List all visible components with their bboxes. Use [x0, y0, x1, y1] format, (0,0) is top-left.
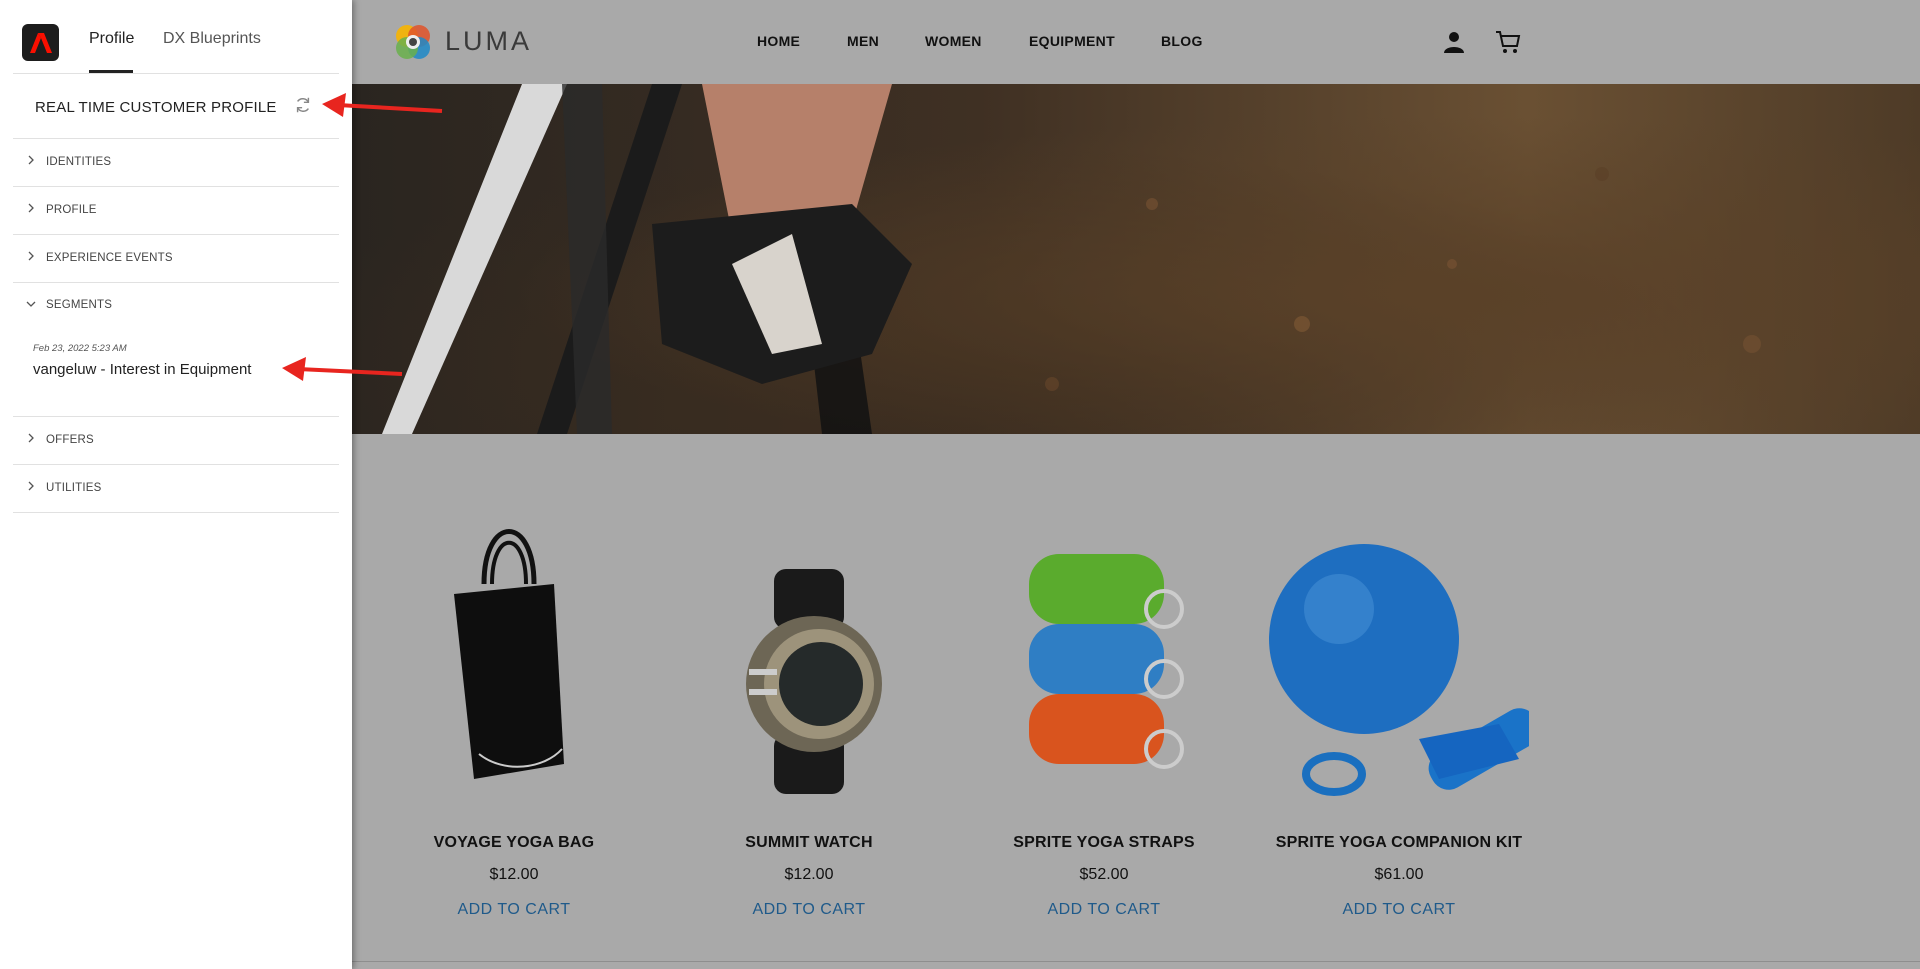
section-label: EXPERIENCE EVENTS: [46, 252, 173, 264]
add-to-cart-button[interactable]: ADD TO CART: [1269, 901, 1529, 919]
section-label: OFFERS: [46, 434, 94, 446]
product-price: $12.00: [489, 866, 539, 883]
add-to-cart-button[interactable]: ADD TO CART: [679, 901, 939, 919]
rtcp-header: REAL TIME CUSTOMER PROFILE: [13, 74, 339, 139]
add-to-cart-button[interactable]: ADD TO CART: [974, 901, 1234, 919]
product-image[interactable]: [1269, 434, 1540, 834]
tab-dx-blueprints[interactable]: DX Blueprints: [163, 30, 261, 48]
section-experience-events[interactable]: EXPERIENCE EVENTS: [13, 235, 339, 283]
section-identities[interactable]: IDENTITIES: [13, 139, 339, 187]
chevron-right-icon: [28, 433, 34, 443]
product-price: $12.00: [784, 866, 834, 883]
adobe-logo-icon: [22, 24, 59, 61]
panel-header: Profile DX Blueprints: [13, 0, 339, 74]
divider: [352, 961, 1920, 962]
nav-equipment[interactable]: EQUIPMENT: [1029, 33, 1115, 49]
section-label: IDENTITIES: [46, 156, 112, 168]
chevron-right-icon: [28, 251, 34, 261]
refresh-icon[interactable]: [294, 96, 312, 114]
user-icon[interactable]: [1442, 30, 1466, 54]
product-image[interactable]: [974, 434, 1234, 834]
product-price: $52.00: [1079, 866, 1129, 883]
chevron-right-icon: [28, 155, 34, 165]
profile-panel: Profile DX Blueprints REAL TIME CUSTOMER…: [0, 0, 352, 969]
product-card[interactable]: SPRITE YOGA STRAPS $52.00 ADD TO CART: [974, 434, 1234, 918]
segment-name: vangeluw - Interest in Equipment: [33, 361, 252, 378]
active-tab-indicator: [89, 70, 133, 73]
product-card[interactable]: SPRITE YOGA COMPANION KIT $61.00 ADD TO …: [1269, 434, 1540, 918]
nav-women[interactable]: WOMEN: [925, 33, 982, 49]
chevron-right-icon: [28, 481, 34, 491]
section-offers[interactable]: OFFERS: [13, 417, 339, 465]
section-utilities[interactable]: UTILITIES: [13, 465, 339, 513]
product-name[interactable]: SPRITE YOGA STRAPS: [974, 834, 1234, 852]
chevron-down-icon: [26, 301, 36, 307]
rtcp-title: REAL TIME CUSTOMER PROFILE: [35, 99, 277, 116]
cart-icon[interactable]: [1495, 30, 1521, 54]
product-grid: VOYAGE YOGA BAG $12.00 ADD TO CART SUMMI…: [352, 434, 1920, 969]
segments-header[interactable]: SEGMENTS: [13, 283, 339, 331]
nav-home[interactable]: HOME: [757, 33, 800, 49]
site-header: LUMA HOME MEN WOMEN EQUIPMENT BLOG: [352, 0, 1920, 84]
add-to-cart-button[interactable]: ADD TO CART: [384, 901, 644, 919]
section-label: PROFILE: [46, 204, 97, 216]
product-name[interactable]: VOYAGE YOGA BAG: [384, 834, 644, 852]
nav-men[interactable]: MEN: [847, 33, 879, 49]
section-label: SEGMENTS: [46, 299, 113, 311]
product-name[interactable]: SPRITE YOGA COMPANION KIT: [1269, 834, 1529, 852]
product-price: $61.00: [1374, 866, 1424, 883]
segment-timestamp: Feb 23, 2022 5:23 AM: [33, 343, 127, 354]
product-image[interactable]: [384, 434, 644, 834]
product-image[interactable]: [679, 434, 939, 834]
product-name[interactable]: SUMMIT WATCH: [679, 834, 939, 852]
tab-profile[interactable]: Profile: [89, 30, 134, 48]
luma-logo-icon[interactable]: [392, 21, 434, 63]
section-profile[interactable]: PROFILE: [13, 187, 339, 235]
product-card[interactable]: SUMMIT WATCH $12.00 ADD TO CART: [679, 434, 939, 918]
section-segments: SEGMENTS Feb 23, 2022 5:23 AM vangeluw -…: [13, 283, 339, 417]
hero-image: [382, 84, 1761, 434]
brand-name[interactable]: LUMA: [445, 26, 532, 57]
nav-blog[interactable]: BLOG: [1161, 33, 1203, 49]
product-card[interactable]: VOYAGE YOGA BAG $12.00 ADD TO CART: [384, 434, 644, 918]
hero-banner[interactable]: [352, 84, 1920, 434]
section-label: UTILITIES: [46, 482, 102, 494]
chevron-right-icon: [28, 203, 34, 213]
